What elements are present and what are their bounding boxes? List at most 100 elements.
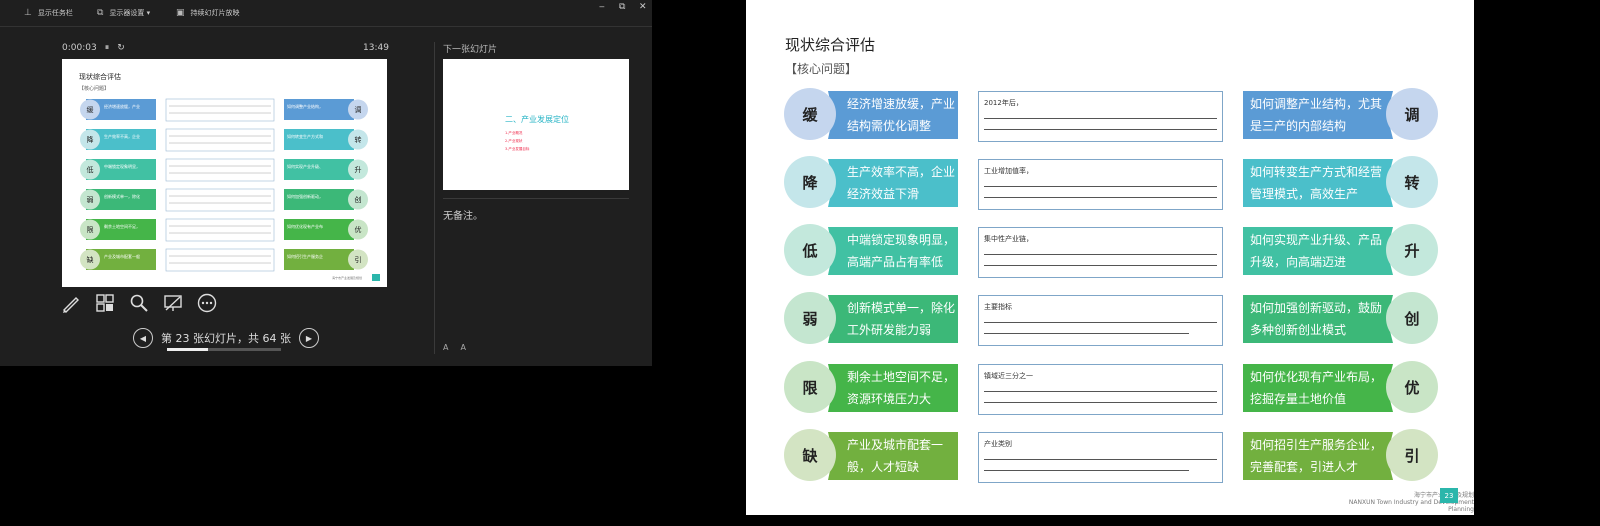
problem-circle: 限 <box>784 361 836 413</box>
mini-strategy-char: 转 <box>355 135 362 144</box>
close-button[interactable]: ✕ <box>639 2 647 12</box>
evidence-text: 集中性产业链， <box>984 235 1033 243</box>
display-settings-button[interactable]: ⧉ 显示器设置 ▾ <box>97 8 150 18</box>
divider <box>434 42 435 354</box>
slideshow-icon: ▣ <box>176 8 185 18</box>
mini-subtitle: 【核心问题】 <box>79 85 109 92</box>
slides-grid-icon[interactable] <box>94 292 116 314</box>
strategy-circle: 创 <box>1386 292 1438 344</box>
presenter-tools <box>60 292 218 314</box>
slide-subtitle: 【核心问题】 <box>785 62 858 76</box>
strategy-circle: 引 <box>1386 429 1438 481</box>
minimize-button[interactable]: ‒ <box>599 2 605 12</box>
mini-strategy-char: 引 <box>355 255 362 264</box>
show-taskbar-label: 显示任务栏 <box>37 9 73 17</box>
mini-strategy-text: 如何加强创新驱动， <box>287 193 323 199</box>
presenter-toolbar: ⊥ 显示任务栏 ⧉ 显示器设置 ▾ ▣ 持续幻灯片放映 ‒ ⧉ ✕ <box>0 0 652 27</box>
previous-slide-button[interactable]: ◀ <box>133 328 153 348</box>
mini-problem-text: 中端锁定现象明显， <box>104 163 140 169</box>
mini-strategy-box <box>284 219 354 240</box>
evidence-box: 集中性产业链， <box>978 227 1223 278</box>
mini-evidence-box <box>165 98 275 122</box>
next-slide-item: 3.产业发展目标 <box>505 147 530 151</box>
more-icon[interactable] <box>196 292 218 314</box>
pen-icon[interactable] <box>60 292 82 314</box>
strategy-box: 如何优化现有产业布局，挖掘存量土地价值 <box>1243 364 1393 412</box>
strategy-circle: 优 <box>1386 361 1438 413</box>
issue-row: 弱创新模式单一，除化工外研发能力弱 主要指标 如何加强创新驱动，鼓励多种创新创业模式… <box>746 291 1474 347</box>
slide-navigation: ◀ 第 23 张幻灯片，共 64 张 ▶ <box>133 328 319 348</box>
mini-problem-char: 缺 <box>87 255 94 264</box>
mini-strategy-char: 优 <box>355 225 362 234</box>
current-slide-thumbnail: 现状综合评估 【核心问题】 缓 经济增速放缓，产业 如何调整产业结构， 调降 生产效率不… <box>79 72 380 281</box>
slide-counter: 第 23 张幻灯片，共 64 张 <box>161 332 291 345</box>
problem-box: 生产效率不高，企业经济效益下滑 <box>828 159 958 207</box>
restore-button[interactable]: ⧉ <box>619 2 625 12</box>
current-slide-preview[interactable]: 现状综合评估 【核心问题】 缓 经济增速放缓，产业 如何调整产业结构， 调降 生产效率不… <box>62 59 387 287</box>
mini-evidence-box <box>165 218 275 242</box>
mini-problem-text: 生产效率不高，企业 <box>104 133 140 139</box>
font-size-controls: A A <box>443 343 466 352</box>
display-settings-icon: ⧉ <box>97 8 104 18</box>
strategy-box: 如何转变生产方式和经营管理模式，高效生产 <box>1243 159 1393 207</box>
presenter-view: ⊥ 显示任务栏 ⧉ 显示器设置 ▾ ▣ 持续幻灯片放映 ‒ ⧉ ✕ 0:00:0… <box>0 0 652 366</box>
mini-strategy-text: 如何招引生产服务企 <box>287 253 323 259</box>
mini-evidence-box <box>165 128 275 152</box>
display-settings-label: 显示器设置 ▾ <box>109 9 151 17</box>
evidence-text: 2012年后， <box>984 99 1023 107</box>
evidence-text: 产业类别 <box>984 440 1012 448</box>
notes-divider <box>443 198 629 199</box>
mini-problem-char: 降 <box>87 135 94 144</box>
mini-strategy-text: 如何转变生产方式和 <box>287 133 323 139</box>
zoom-icon[interactable] <box>128 292 150 314</box>
issue-row: 限剩余土地空间不足，资源环境压力大 镇域近三分之一 如何优化现有产业布局，挖掘存量土… <box>746 360 1474 416</box>
swap-displays-label: 持续幻灯片放映 <box>190 9 240 17</box>
mini-problem-char: 弱 <box>87 196 94 204</box>
problem-box: 中端锁定现象明显，高端产品占有率低 <box>828 227 958 275</box>
strategy-circle: 转 <box>1386 156 1438 208</box>
increase-font-button[interactable]: A <box>460 343 465 352</box>
mini-strategy-text: 如何优化现有产业布 <box>287 223 323 229</box>
restart-timer-icon[interactable]: ↻ <box>117 43 125 53</box>
slide-progress-bar <box>167 348 281 351</box>
elapsed-time: 0:00:03 <box>62 43 97 53</box>
issue-row: 低中端锁定现象明显，高端产品占有率低 集中性产业链， 如何实现产业升级、产品升级，向… <box>746 223 1474 279</box>
problem-box: 创新模式单一，除化工外研发能力弱 <box>828 295 958 343</box>
slide-title: 现状综合评估 <box>785 36 876 54</box>
taskbar-icon: ⊥ <box>24 8 32 18</box>
problem-circle: 缓 <box>784 88 836 140</box>
problem-box: 经济增速放缓，产业结构需优化调整 <box>828 91 958 139</box>
black-screen-icon[interactable] <box>162 292 184 314</box>
evidence-box: 2012年后， <box>978 91 1223 142</box>
issue-row: 降生产效率不高，企业经济效益下滑 工业增加值率， 如何转变生产方式和经营管理模式，高… <box>746 155 1474 211</box>
mini-title: 现状综合评估 <box>79 72 121 81</box>
next-slide-preview[interactable]: 二、产业发展定位 1.产业概况 2.产业现状 3.产业发展目标 <box>443 59 629 190</box>
mini-problem-text: 经济增速放缓，产业 <box>104 103 140 109</box>
mini-problem-text: 创新模式单一，除化 <box>104 193 140 199</box>
pause-timer-icon[interactable]: ⏸ <box>105 43 110 53</box>
mini-strategy-box <box>284 249 354 270</box>
mini-problem-text: 产业及城市配套一般 <box>104 253 140 259</box>
mini-problem-char: 限 <box>87 225 94 234</box>
mini-page-badge <box>372 274 380 281</box>
mini-strategy-box <box>284 99 354 120</box>
problem-circle: 降 <box>784 156 836 208</box>
show-taskbar-button[interactable]: ⊥ 显示任务栏 <box>24 8 73 18</box>
strategy-circle: 升 <box>1386 224 1438 276</box>
evidence-text: 工业增加值率， <box>984 167 1033 175</box>
mini-problem-char: 低 <box>87 165 94 174</box>
evidence-text: 主要指标 <box>984 303 1012 311</box>
mini-strategy-text: 如何调整产业结构， <box>287 103 323 109</box>
problem-circle: 弱 <box>784 292 836 344</box>
mini-problem-text: 剩余土地空间不足， <box>104 223 140 229</box>
mini-footer: 海宁市产业发展及规划 <box>332 275 362 280</box>
strategy-box: 如何实现产业升级、产品升级，向高端迈进 <box>1243 227 1393 275</box>
evidence-box: 镇域近三分之一 <box>978 364 1223 415</box>
mini-evidence-box <box>165 158 275 182</box>
swap-displays-button[interactable]: ▣ 持续幻灯片放映 <box>176 8 240 18</box>
next-slide-button[interactable]: ▶ <box>298 328 319 348</box>
problem-circle: 缺 <box>784 429 836 481</box>
chevron-right-icon: ▶ <box>305 333 313 343</box>
decrease-font-button[interactable]: A <box>443 343 448 352</box>
evidence-text: 镇域近三分之一 <box>984 372 1033 380</box>
